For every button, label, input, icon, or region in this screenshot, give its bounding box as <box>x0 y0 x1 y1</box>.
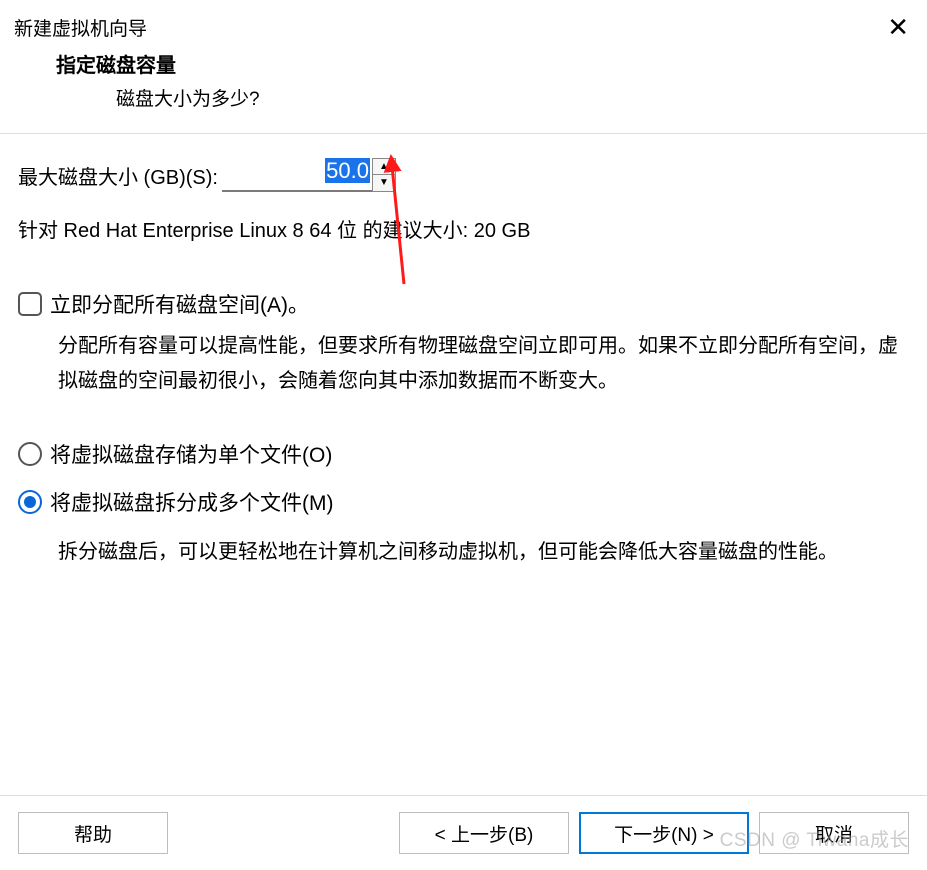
allocate-now-desc: 分配所有容量可以提高性能，但要求所有物理磁盘空间立即可用。如果不立即分配所有空间… <box>18 329 909 399</box>
store-single-radio[interactable] <box>18 442 42 466</box>
spin-down-icon[interactable]: ▼ <box>373 175 395 191</box>
store-single-label: 将虚拟磁盘存储为单个文件(O) <box>50 439 332 469</box>
allocate-now-label: 立即分配所有磁盘空间(A)。 <box>50 289 309 319</box>
disk-size-spinner[interactable]: 50.0 ▲ ▼ <box>222 158 396 192</box>
close-icon[interactable]: ✕ <box>883 14 913 40</box>
allocate-now-checkbox[interactable] <box>18 292 42 316</box>
wizard-subheading: 磁盘大小为多少? <box>56 84 927 111</box>
cancel-button[interactable]: 取消 <box>759 812 909 854</box>
help-button[interactable]: 帮助 <box>18 812 168 854</box>
store-multi-radio[interactable] <box>18 490 42 514</box>
spin-up-icon[interactable]: ▲ <box>373 159 395 175</box>
store-multi-label: 将虚拟磁盘拆分成多个文件(M) <box>50 487 333 517</box>
disk-size-label: 最大磁盘大小 (GB)(S): <box>18 161 218 190</box>
store-multi-desc: 拆分磁盘后，可以更轻松地在计算机之间移动虚拟机，但可能会降低大容量磁盘的性能。 <box>18 535 909 570</box>
next-button[interactable]: 下一步(N) > <box>579 812 749 854</box>
back-button[interactable]: < 上一步(B) <box>399 812 569 854</box>
wizard-heading: 指定磁盘容量 <box>56 49 927 78</box>
disk-size-input[interactable]: 50.0 <box>222 158 372 192</box>
window-title: 新建虚拟机向导 <box>14 14 147 41</box>
recommended-size-text: 针对 Red Hat Enterprise Linux 8 64 位 的建议大小… <box>18 214 909 243</box>
